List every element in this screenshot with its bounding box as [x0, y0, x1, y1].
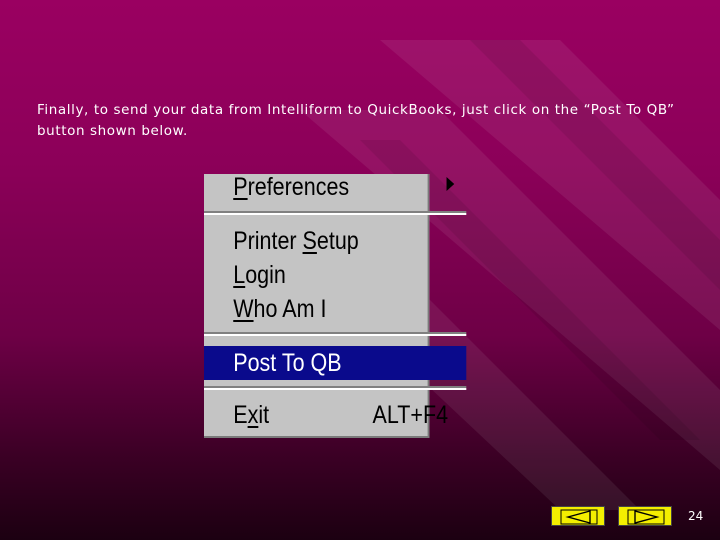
triangle-left-icon: [560, 509, 598, 525]
next-slide-button[interactable]: [618, 506, 672, 526]
menu-item-post-to-qb[interactable]: Post To QB: [204, 346, 467, 380]
previous-slide-button[interactable]: [551, 506, 605, 526]
menu-separator: [204, 386, 467, 390]
menu-item-printer-setup[interactable]: Printer Setup: [204, 224, 466, 258]
menu-separator: [204, 211, 467, 215]
context-menu: Preferences Printer Setup Login Who Am I…: [204, 173, 467, 438]
triangle-right-icon: [627, 509, 665, 525]
menu-item-preferences[interactable]: Preferences: [204, 170, 466, 204]
exit-shortcut: ALT+F4: [372, 401, 449, 429]
page-number: 24: [688, 509, 704, 523]
menu-item-login[interactable]: Login: [204, 258, 466, 292]
menu-separator: [204, 332, 467, 336]
submenu-arrow-icon: [446, 177, 455, 191]
menu-item-who-am-i[interactable]: Who Am I: [204, 292, 466, 326]
menu-item-exit[interactable]: Exit ALT+F4: [204, 398, 466, 432]
slide-caption: Finally, to send your data from Intellif…: [37, 102, 675, 139]
